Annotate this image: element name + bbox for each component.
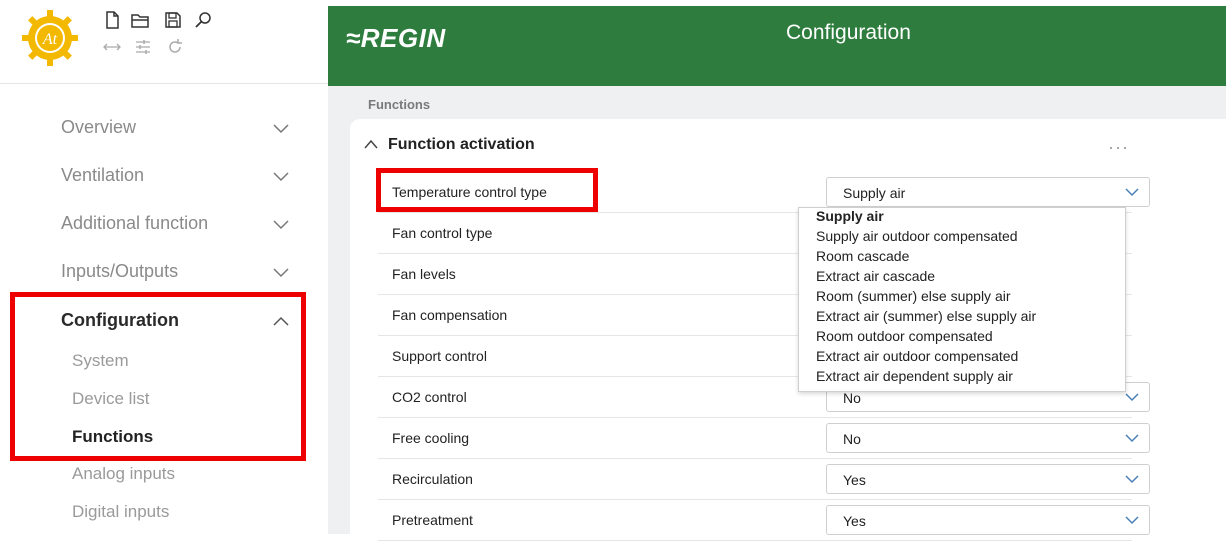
free-cooling-select[interactable]: No (826, 423, 1150, 453)
chevron-up-icon (273, 316, 289, 326)
connect-icon[interactable] (103, 38, 121, 56)
save-icon[interactable] (164, 11, 182, 29)
sidebar-subitem-device-list[interactable]: Device list (72, 389, 149, 409)
logo-text: At (42, 31, 58, 48)
sidebar: At Overview Ventilation Additional funct… (0, 0, 328, 534)
sidebar-subitem-system[interactable]: System (72, 351, 129, 371)
sidebar-item-label: Inputs/Outputs (61, 261, 179, 281)
chevron-down-icon (273, 220, 289, 230)
select-value: No (843, 431, 861, 447)
setting-label: Fan levels (392, 266, 456, 282)
setting-label: Pretreatment (392, 512, 473, 528)
dropdown-option[interactable]: Extract air dependent supply air (816, 368, 1013, 384)
sidebar-subitem-functions[interactable]: Functions (72, 427, 153, 447)
recirculation-select[interactable]: Yes (826, 464, 1150, 494)
select-value: Yes (843, 513, 866, 529)
chevron-down-icon (1125, 188, 1139, 197)
dropdown-option[interactable]: Extract air cascade (816, 268, 935, 284)
top-header: ≈REGIN Configuration (328, 6, 1226, 86)
chevron-down-icon (1125, 516, 1139, 525)
sidebar-item-configuration[interactable]: Configuration (0, 300, 300, 340)
setting-label: Fan control type (392, 225, 493, 241)
setting-row: Free cooling No (378, 417, 1150, 459)
setting-row: Recirculation Yes (378, 458, 1150, 500)
sidebar-item-ventilation[interactable]: Ventilation (0, 155, 300, 195)
section-title: Function activation (388, 136, 535, 153)
select-value: No (843, 390, 861, 406)
brand-logo: ≈REGIN (346, 23, 446, 53)
select-value: Supply air (843, 185, 906, 201)
dropdown-option[interactable]: Supply air outdoor compensated (816, 228, 1018, 244)
dropdown-option[interactable]: Room (summer) else supply air (816, 288, 1011, 304)
sidebar-item-label: Additional function (61, 213, 209, 233)
settings-sliders-icon[interactable] (134, 38, 152, 56)
chevron-down-icon (273, 172, 289, 182)
chevron-down-icon (1125, 475, 1139, 484)
sidebar-item-overview[interactable]: Overview (0, 107, 300, 147)
refresh-icon[interactable] (166, 38, 184, 56)
chevron-down-icon (1125, 434, 1139, 443)
sidebar-divider (0, 83, 328, 84)
sidebar-item-additional-function[interactable]: Additional function (0, 203, 300, 243)
temperature-control-type-options: Supply air Supply air outdoor compensate… (798, 207, 1126, 392)
setting-label: Free cooling (392, 430, 470, 446)
sidebar-item-label: Overview (61, 117, 137, 137)
dropdown-option[interactable]: Extract air outdoor compensated (816, 348, 1018, 364)
dropdown-option[interactable]: Extract air (summer) else supply air (816, 308, 1036, 324)
setting-label: CO2 control (392, 389, 467, 405)
dropdown-option[interactable]: Room outdoor compensated (816, 328, 993, 344)
setting-label: Fan compensation (392, 307, 508, 323)
setting-row: Pretreatment Yes (378, 499, 1150, 541)
sidebar-item-label: Configuration (61, 310, 179, 330)
app-logo: At (22, 10, 78, 66)
sidebar-item-label: Ventilation (61, 165, 145, 185)
select-value: Yes (843, 472, 866, 488)
pretreatment-select[interactable]: Yes (826, 505, 1150, 535)
sidebar-subitem-analog-inputs[interactable]: Analog inputs (72, 464, 175, 484)
dropdown-option[interactable]: Room cascade (816, 248, 909, 264)
temperature-control-type-select[interactable]: Supply air (826, 177, 1150, 207)
setting-label: Recirculation (392, 471, 473, 487)
more-options-icon[interactable]: ··· (1108, 137, 1129, 158)
sidebar-subitem-digital-inputs[interactable]: Digital inputs (72, 502, 169, 522)
sidebar-item-inputs-outputs[interactable]: Inputs/Outputs (0, 251, 300, 291)
chevron-down-icon (1125, 393, 1139, 402)
dropdown-option[interactable]: Supply air (816, 208, 884, 224)
setting-label: Support control (392, 348, 487, 364)
chevron-down-icon (273, 124, 289, 134)
search-icon[interactable] (194, 11, 212, 29)
chevron-down-icon (273, 268, 289, 278)
collapse-caret-icon[interactable] (364, 139, 378, 149)
open-folder-icon[interactable] (131, 11, 149, 29)
breadcrumb: Functions (368, 97, 431, 112)
page-title: Configuration (786, 21, 911, 44)
new-file-icon[interactable] (103, 11, 121, 29)
setting-label: Temperature control type (392, 184, 547, 200)
